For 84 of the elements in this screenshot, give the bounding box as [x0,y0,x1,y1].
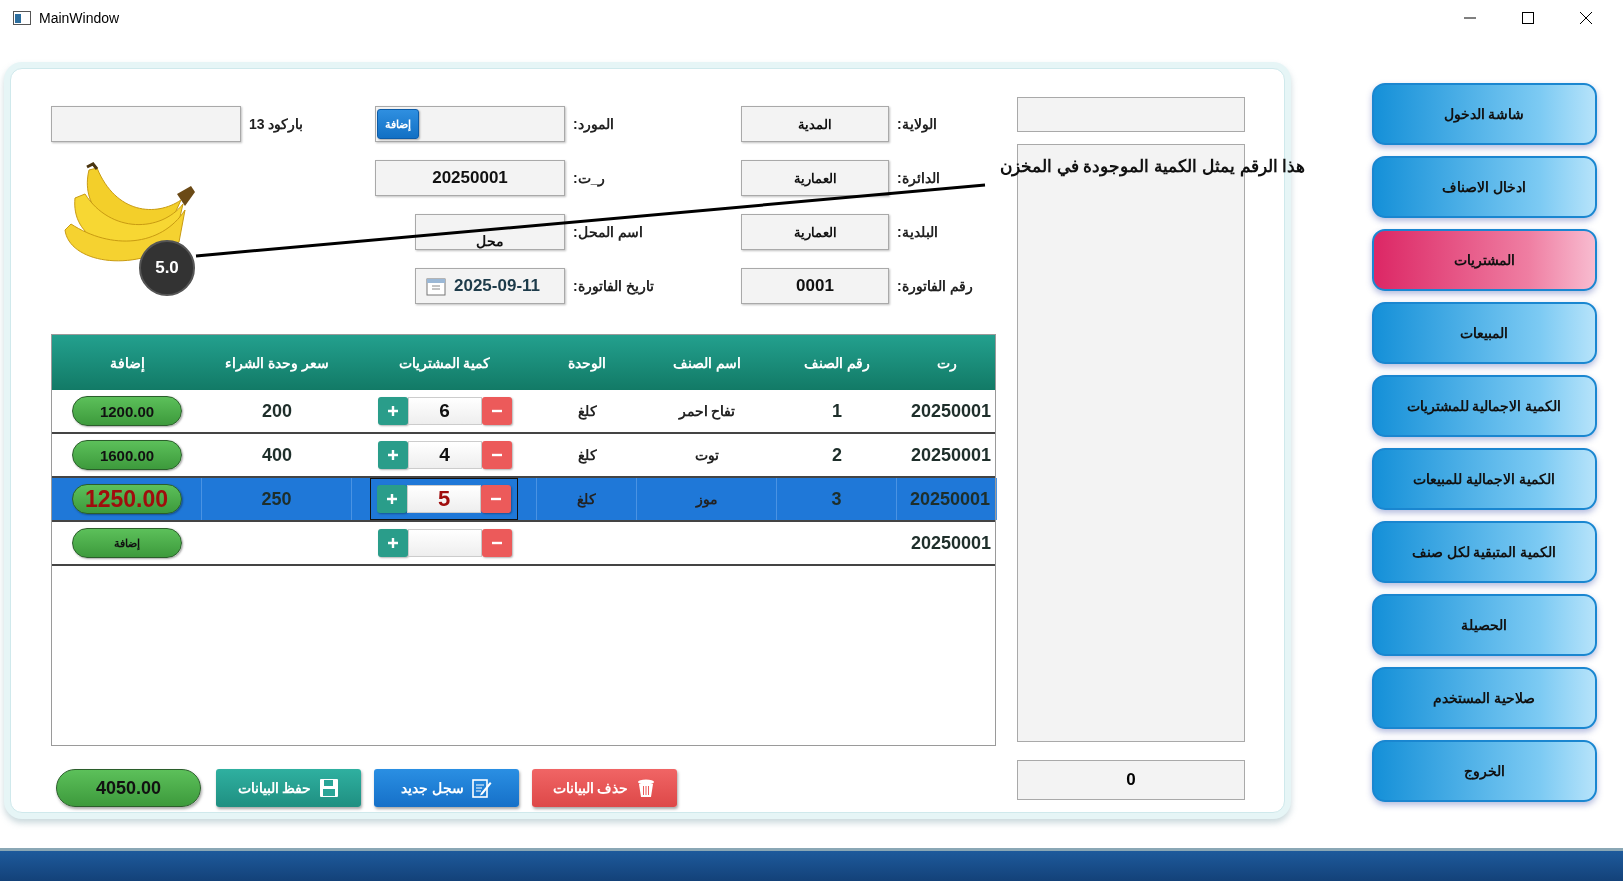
window-title: MainWindow [39,10,120,26]
field-label: اسم المحل: [573,224,644,240]
line-total-button[interactable]: 1200.00 [72,396,182,426]
decrement-button[interactable] [481,529,512,557]
invoice-number-field[interactable]: 0001 [741,268,889,304]
calendar-icon [426,276,446,296]
table-cell: 400 [261,444,292,466]
quantity-field[interactable]: 6 [407,397,482,425]
field-label: تاريخ الفاتورة: [573,278,655,294]
field-label: باركود 13 [249,116,305,132]
table-cell: 20250001 [910,532,991,554]
table-cell: 3 [831,488,842,510]
column-header: سعر وحدة الشراء [224,354,330,371]
nav-button[interactable]: الكمية الاجمالية للمبيعات [1371,448,1597,510]
shop-name-field[interactable]: محل [415,214,565,250]
location-field[interactable]: العمارية [741,214,889,250]
column-header: إضافة [108,354,146,371]
nav-button[interactable]: الكمية الاجمالية للمشتريات [1371,375,1597,437]
new-button[interactable]: سجل جديد [374,769,519,807]
column-header: الوحدة [567,354,607,371]
quantity-field[interactable]: 4 [407,441,482,469]
table-cell: كلغ [577,491,596,507]
nav-button[interactable]: الكمية المتبقية لكل صنف [1371,521,1597,583]
column-header: اسم الصنف [672,354,742,371]
table-cell: 20250001 [909,488,990,510]
nav-button[interactable]: ادخال الاصناف [1371,156,1597,218]
annotation-text: هذا الرقم يمثل الكمية الموجودة في المخزن [1000,156,1306,177]
nav-button[interactable]: الخروج [1371,740,1597,802]
column-header: رت [936,354,958,371]
column-header: كمية المشتريات [397,354,492,371]
increment-button[interactable] [377,397,408,425]
plus-icon [387,450,398,460]
field-label: الولاية: [897,116,938,132]
add-row-button[interactable]: إضافة [72,528,182,558]
table-cell: كلغ [577,403,597,419]
table-cell: 20250001 [910,400,991,422]
increment-button[interactable] [377,485,407,513]
field-label: البلدية: [897,224,939,240]
nav-button[interactable]: صلاحية المستخدم [1371,667,1597,729]
table-cell: 1 [832,400,842,422]
plus-icon [387,494,397,504]
plus-icon [387,538,398,548]
line-total-button[interactable]: 1600.00 [72,440,182,470]
edit-document-icon [471,778,492,798]
increment-button[interactable] [377,529,408,557]
quantity-field[interactable] [407,529,482,557]
location-field[interactable]: المدية [741,106,889,142]
table-cell: موز [695,491,718,507]
field-label: المورد: [573,116,615,132]
nav-button[interactable]: المشتريات [1371,229,1597,291]
field-label: ر_ت: [573,170,607,186]
field-label: رقم الفاتورة: [897,278,974,294]
count-field[interactable]: 0 [1017,760,1245,800]
delete-button[interactable]: حذف البيانات [532,769,677,807]
table-cell: 2 [832,444,842,466]
text-field[interactable] [1017,97,1245,132]
serial-field[interactable]: 20250001 [375,160,565,196]
app-icon [13,11,31,25]
nav-button[interactable]: الحصيلة [1371,594,1597,656]
table-cell: 20250001 [910,444,991,466]
trash-icon [636,778,657,798]
grand-total-button[interactable]: 4050.00 [56,769,201,807]
table-cell: تفاح احمر [678,403,736,419]
decrement-button[interactable] [481,441,512,469]
maximize-icon [1522,12,1534,24]
field-label: الدائرة: [897,170,941,186]
quantity-field[interactable]: 5 [407,485,481,513]
date-picker[interactable]: 2025-09-11 [415,268,565,304]
decrement-button[interactable] [481,485,511,513]
nav-button[interactable]: شاشة الدخول [1371,83,1597,145]
table-cell: 200 [261,400,292,422]
nav-button[interactable]: المبيعات [1371,302,1597,364]
column-header: رقم الصنف [803,354,871,371]
plus-icon [387,406,398,416]
table-cell: توت [695,447,719,463]
close-icon [1580,12,1592,24]
table-cell: 250 [261,488,292,510]
barcode-field[interactable] [51,106,241,142]
table-cell: كلغ [577,447,597,463]
add-button[interactable]: إضافة [377,109,419,139]
stock-badge: 5.0 [139,240,195,296]
decrement-button[interactable] [481,397,512,425]
increment-button[interactable] [377,441,408,469]
location-field[interactable]: العمارية [741,160,889,196]
